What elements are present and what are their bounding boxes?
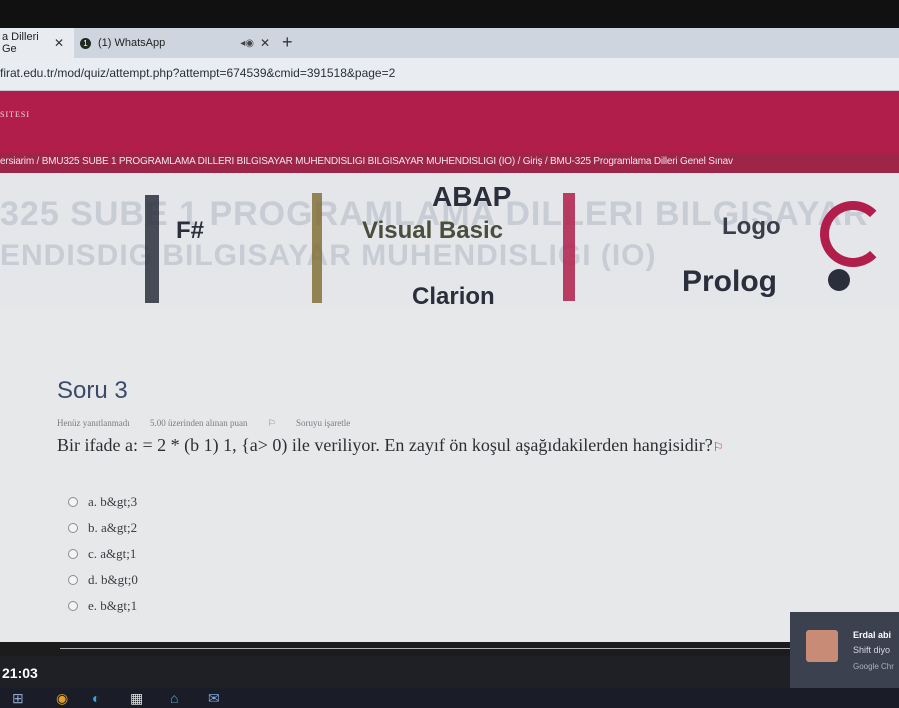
tab-label: (1) WhatsApp	[98, 37, 166, 49]
tab-strip: a Dilleri Ge ✕ 1 (1) WhatsApp ◂◉ ✕	[0, 28, 899, 58]
radio-button[interactable]	[68, 497, 78, 507]
answer-option-b[interactable]: b. a&gt;2	[68, 520, 137, 536]
notification-message: Shift diyo	[853, 645, 891, 655]
question-title: Soru 3	[57, 377, 128, 404]
c-sharp-ring-icon	[820, 201, 886, 267]
radio-button[interactable]	[68, 549, 78, 559]
site-banner	[0, 91, 899, 153]
monitor-bezel	[0, 0, 899, 28]
chrome-icon[interactable]: ◉	[56, 690, 68, 707]
flag-marker-icon: ⚐	[712, 440, 724, 454]
answer-option-e[interactable]: e. b&gt;1	[68, 598, 137, 614]
edge-icon[interactable]: ◐	[92, 690, 100, 706]
vertical-logo-bar-icon	[312, 193, 322, 303]
logo-fsharp: F#	[176, 217, 205, 244]
vertical-logo-bar-icon	[145, 195, 159, 303]
notification-source: Google Chr	[853, 662, 894, 671]
logo-clarion: Clarion	[412, 283, 495, 308]
answer-option-a[interactable]: a. b&gt;3	[68, 494, 137, 510]
tab-programlama-dilleri[interactable]: a Dilleri Ge ✕	[0, 28, 74, 58]
answer-option-c[interactable]: c. a&gt;1	[68, 546, 136, 562]
divider	[60, 648, 800, 649]
audio-playing-icon[interactable]: ◂◉	[240, 38, 254, 49]
e-logo-icon	[828, 269, 850, 291]
logo-visual-basic: Visual Basic	[362, 217, 503, 244]
question-points: 5.00 üzerinden alınan puan	[149, 418, 248, 428]
tab-close-icon[interactable]: ✕	[260, 36, 270, 50]
question-content-area	[0, 308, 899, 642]
logo-prolog: Prolog	[682, 265, 777, 298]
site-brand: SITESI	[0, 110, 30, 119]
calendar-icon[interactable]: ▦	[130, 690, 143, 707]
tab-whatsapp[interactable]: 1 (1) WhatsApp ◂◉ ✕	[72, 28, 280, 58]
question-text-body: Bir ifade a: = 2 * (b 1) 1, {a> 0) ile v…	[57, 435, 713, 455]
tab-label: a Dilleri Ge	[2, 31, 39, 55]
flag-question-link[interactable]: ⚐ Soruyu işaretle	[268, 418, 369, 428]
radio-button[interactable]	[68, 575, 78, 585]
url-text[interactable]: firat.edu.tr/mod/quiz/attempt.php?attemp…	[0, 66, 395, 80]
new-tab-button[interactable]: +	[282, 32, 293, 53]
course-header-image: 325 SUBE 1 PROGRAMLAMA DILLERI BILGISAYA…	[0, 173, 899, 308]
logo-logo: Logo	[722, 213, 781, 240]
notification-sender: Erdal abi	[853, 630, 892, 640]
option-label: c. a&gt;1	[88, 546, 137, 561]
question-status: Henüz yanıtlanmadı	[57, 418, 130, 428]
question-info: Henüz yanıtlanmadı 5.00 üzerinden alınan…	[57, 418, 386, 429]
option-label: d. b&gt;0	[88, 572, 138, 587]
flag-question-label: Soruyu işaretle	[296, 418, 351, 428]
radio-button[interactable]	[68, 523, 78, 533]
mail-icon[interactable]: ✉	[208, 690, 220, 707]
windows-icon[interactable]: ⊞	[12, 690, 24, 707]
tab-close-icon[interactable]: ✕	[54, 36, 64, 50]
question-text: Bir ifade a: = 2 * (b 1) 1, {a> 0) ile v…	[57, 435, 724, 456]
radio-button[interactable]	[68, 601, 78, 611]
option-label: b. a&gt;2	[88, 520, 138, 535]
flag-icon: ⚐	[267, 418, 279, 428]
taskbar-clock-area	[0, 656, 790, 688]
answer-option-d[interactable]: d. b&gt;0	[68, 572, 138, 588]
breadcrumb[interactable]: ersiarim / BMU325 SUBE 1 PROGRAMLAMA DIL…	[0, 156, 733, 167]
foxpro-bar-icon	[563, 193, 575, 301]
whatsapp-badge-icon: 1	[80, 37, 91, 49]
header-ghost-text-2: ENDISDIG BILGISAYAR MUHENDISLIGI (IO)	[0, 239, 657, 272]
option-label: a. b&gt;3	[88, 494, 138, 509]
option-label: e. b&gt;1	[88, 598, 138, 613]
logo-abap: ABAP	[432, 181, 512, 212]
taskbar-clock[interactable]: 21:03	[2, 665, 38, 681]
avatar	[806, 630, 838, 662]
store-icon[interactable]: ⌂	[170, 690, 178, 706]
